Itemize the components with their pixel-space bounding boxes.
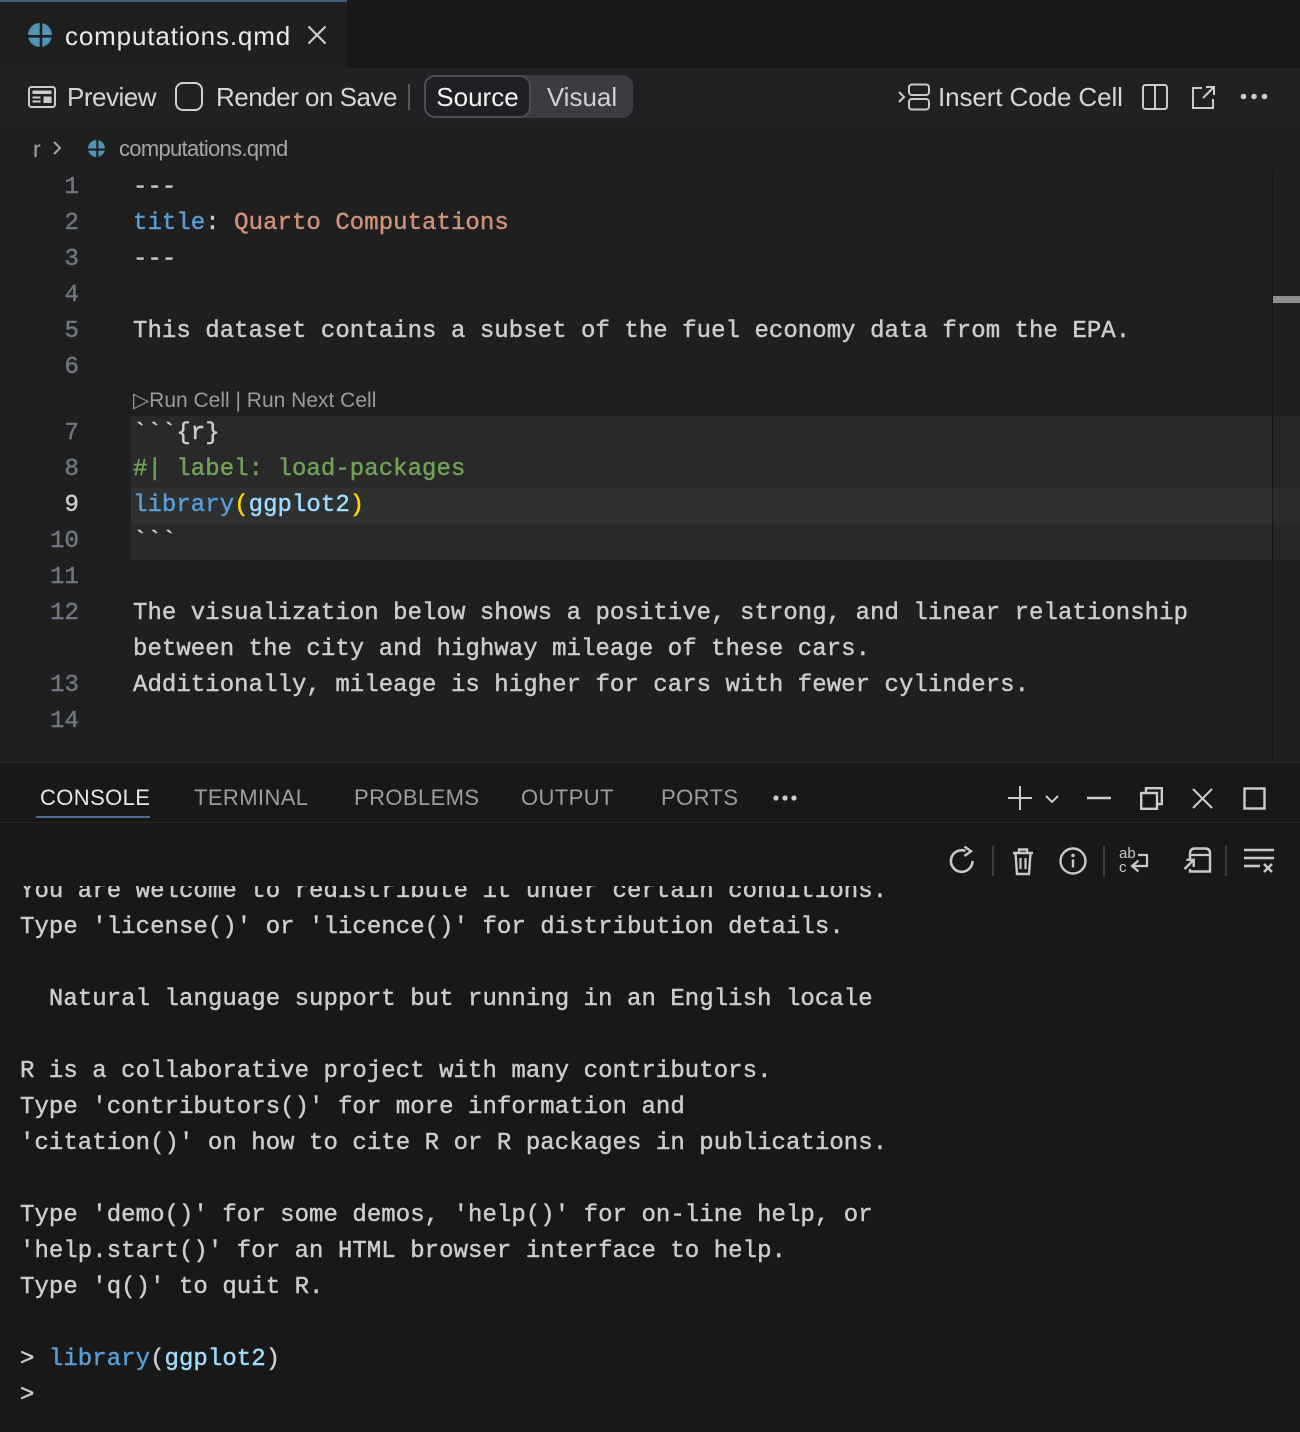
svg-text:c: c [1119, 859, 1127, 876]
